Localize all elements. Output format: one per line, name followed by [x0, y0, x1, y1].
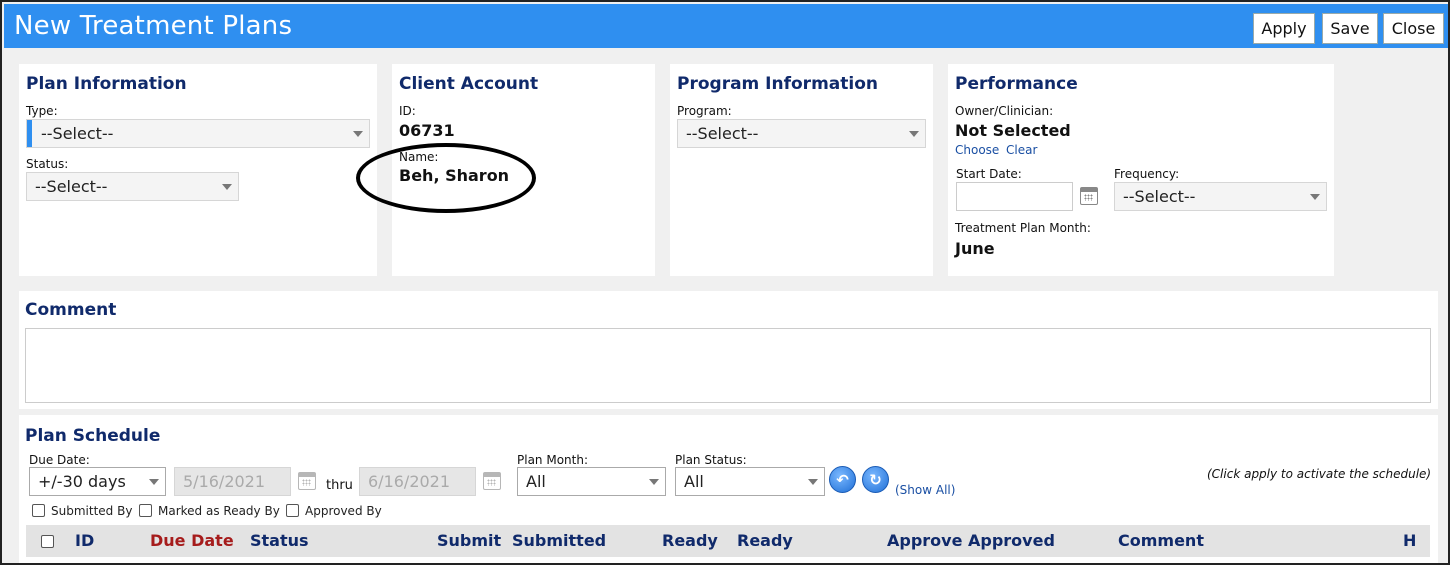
schedule-hint: (Click apply to activate the schedule): [1207, 467, 1432, 481]
thru-label: thru: [326, 478, 353, 493]
status-label: Status:: [26, 157, 69, 171]
frequency-label: Frequency:: [1114, 167, 1180, 181]
start-date-input[interactable]: [956, 182, 1073, 211]
column-submitted[interactable]: Submitted: [512, 531, 606, 550]
marked-ready-by-label: Marked as Ready By: [158, 504, 280, 518]
to-date-value: 6/16/2021: [368, 472, 451, 491]
status-select[interactable]: --Select--: [26, 172, 239, 201]
program-select[interactable]: --Select--: [677, 119, 926, 148]
close-button[interactable]: Close: [1383, 13, 1444, 44]
type-label: Type:: [26, 104, 58, 118]
treatment-month-label: Treatment Plan Month:: [955, 221, 1091, 235]
calendar-icon[interactable]: [298, 472, 316, 490]
program-label: Program:: [677, 104, 732, 118]
back-arrow-icon[interactable]: ↶: [829, 466, 856, 493]
chevron-down-icon: [649, 479, 659, 485]
chevron-down-icon: [808, 479, 818, 485]
refresh-icon[interactable]: ↻: [862, 466, 889, 493]
column-ready-2[interactable]: Ready: [737, 531, 793, 550]
plan-schedule-heading: Plan Schedule: [25, 426, 161, 446]
choose-link[interactable]: Choose: [955, 143, 999, 157]
calendar-icon[interactable]: [1080, 187, 1098, 205]
client-id-value: 06731: [399, 121, 455, 140]
chevron-down-icon: [149, 479, 159, 485]
frequency-select[interactable]: --Select--: [1114, 182, 1327, 211]
plan-month-select[interactable]: All: [517, 467, 666, 496]
type-select[interactable]: --Select--: [26, 119, 370, 148]
comment-panel: Comment: [19, 291, 1438, 409]
column-submit[interactable]: Submit: [437, 531, 501, 550]
approved-by-label: Approved By: [305, 504, 382, 518]
select-all-checkbox[interactable]: [41, 535, 54, 548]
column-approved[interactable]: Approved: [968, 531, 1055, 550]
column-h[interactable]: H: [1403, 531, 1416, 550]
column-ready[interactable]: Ready: [662, 531, 718, 550]
apply-button[interactable]: Apply: [1253, 13, 1315, 44]
submitted-by-checkbox[interactable]: [32, 504, 45, 517]
marked-ready-by-checkbox[interactable]: [139, 504, 152, 517]
due-range-value: +/-30 days: [38, 472, 126, 491]
due-date-label: Due Date:: [29, 453, 90, 467]
client-account-heading: Client Account: [399, 74, 539, 94]
performance-panel: Performance Owner/Clinician: Not Selecte…: [948, 64, 1334, 276]
frequency-select-value: --Select--: [1123, 187, 1196, 206]
plan-status-select[interactable]: All: [675, 467, 825, 496]
column-id[interactable]: ID: [75, 531, 94, 550]
window-title: New Treatment Plans: [14, 11, 293, 41]
performance-heading: Performance: [955, 74, 1078, 94]
start-date-label: Start Date:: [956, 167, 1022, 181]
plan-month-value: All: [526, 472, 546, 491]
chevron-down-icon: [909, 131, 919, 137]
id-label: ID:: [399, 104, 416, 118]
window-frame: New Treatment Plans Apply Save Close Pla…: [0, 0, 1450, 565]
owner-label: Owner/Clinician:: [955, 104, 1054, 118]
to-date-input[interactable]: 6/16/2021: [359, 467, 476, 496]
type-select-value: --Select--: [41, 124, 114, 143]
treatment-month-value: June: [955, 239, 995, 258]
plan-month-label: Plan Month:: [517, 453, 588, 467]
program-information-heading: Program Information: [677, 74, 878, 94]
owner-value: Not Selected: [955, 121, 1071, 140]
chevron-down-icon: [222, 184, 232, 190]
calendar-icon[interactable]: [483, 472, 501, 490]
show-all-link[interactable]: (Show All): [895, 483, 955, 497]
save-button[interactable]: Save: [1322, 13, 1378, 44]
chevron-down-icon: [353, 131, 363, 137]
due-range-select[interactable]: +/-30 days: [29, 467, 166, 496]
comment-textarea[interactable]: [25, 328, 1431, 403]
column-due-date[interactable]: Due Date: [150, 531, 234, 550]
clear-link[interactable]: Clear: [1006, 143, 1037, 157]
plan-status-label: Plan Status:: [675, 453, 747, 467]
chevron-down-icon: [1310, 194, 1320, 200]
submitted-by-label: Submitted By: [51, 504, 133, 518]
from-date-value: 5/16/2021: [183, 472, 266, 491]
approved-by-checkbox[interactable]: [286, 504, 299, 517]
program-select-value: --Select--: [686, 124, 759, 143]
required-indicator: [27, 120, 32, 147]
title-bar: New Treatment Plans Apply Save Close: [4, 4, 1448, 48]
plan-status-value: All: [684, 472, 704, 491]
plan-information-heading: Plan Information: [26, 74, 187, 94]
column-comment[interactable]: Comment: [1118, 531, 1204, 550]
plan-information-panel: Plan Information Type: --Select-- Status…: [19, 64, 377, 276]
column-status[interactable]: Status: [250, 531, 309, 550]
schedule-grid-header: ID Due Date Status Submit Submitted Read…: [26, 525, 1430, 557]
column-approve[interactable]: Approve: [887, 531, 962, 550]
annotation-ellipse: [356, 143, 536, 213]
program-information-panel: Program Information Program: --Select--: [670, 64, 933, 276]
status-select-value: --Select--: [35, 177, 108, 196]
comment-heading: Comment: [25, 300, 117, 320]
from-date-input[interactable]: 5/16/2021: [174, 467, 291, 496]
